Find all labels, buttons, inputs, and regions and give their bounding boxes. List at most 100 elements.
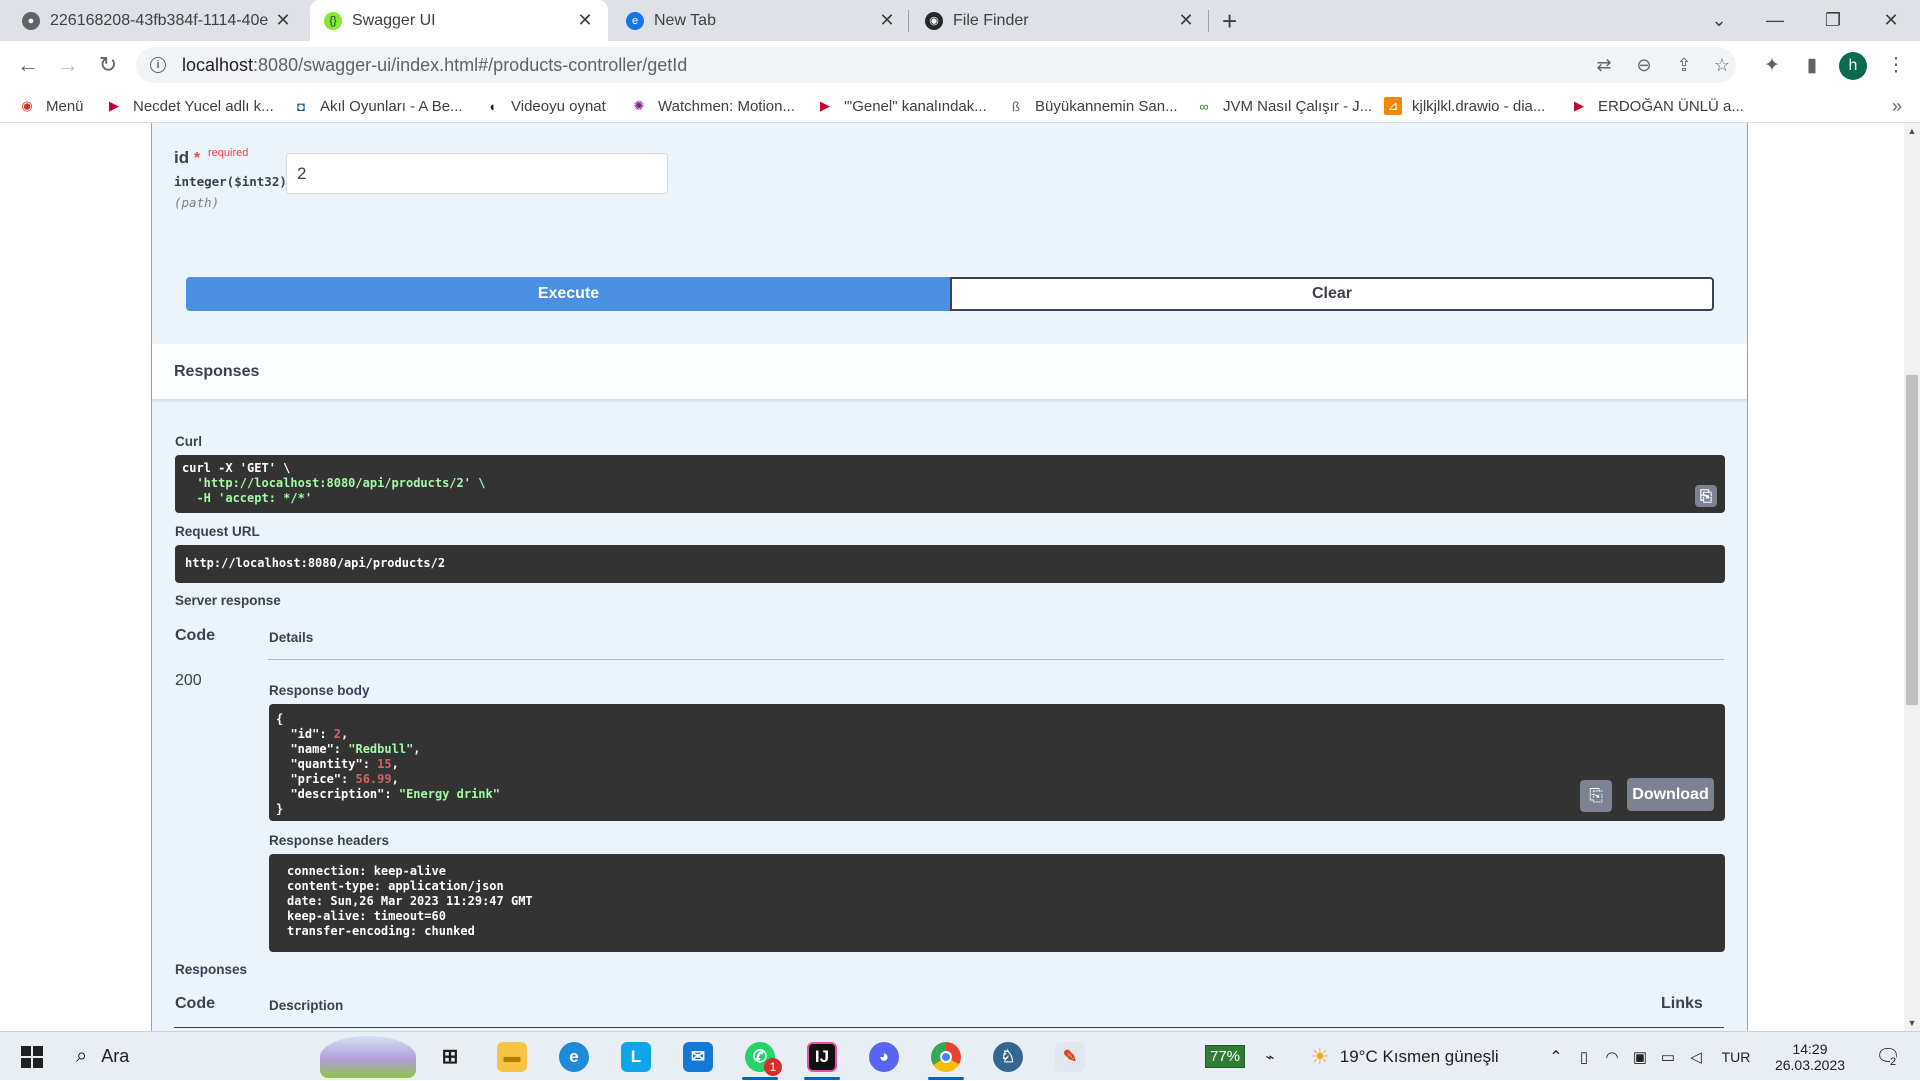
extensions-icon[interactable]: ✦ bbox=[1752, 41, 1792, 89]
reload-icon[interactable]: ↻ bbox=[90, 41, 126, 89]
scroll-up-icon[interactable]: ▲ bbox=[1904, 123, 1920, 139]
restore-icon[interactable]: ❐ bbox=[1804, 0, 1862, 41]
task-view-icon[interactable]: ⊞ bbox=[422, 1032, 478, 1081]
network-icon[interactable]: ▣ bbox=[1628, 1032, 1652, 1081]
file-explorer-icon[interactable]: ▬ bbox=[484, 1032, 540, 1081]
forward-icon[interactable]: → bbox=[50, 41, 86, 89]
copy-icon[interactable]: ⎘ bbox=[1695, 485, 1717, 507]
weather-widget[interactable]: ☀ 19°C Kısmen güneşli bbox=[1310, 1032, 1540, 1081]
intellij-icon[interactable]: IJ bbox=[794, 1032, 850, 1081]
bookmark-item[interactable]: ∞ JVM Nasıl Çalışır - J... bbox=[1195, 89, 1372, 123]
tab-file-finder[interactable]: ◉ File Finder ✕ bbox=[911, 0, 1209, 41]
back-icon[interactable]: ← bbox=[10, 41, 46, 89]
taskbar-search[interactable]: ⌕ Ara bbox=[70, 1032, 420, 1081]
bookmark-item[interactable]: ✺ Watchmen: Motion... bbox=[630, 89, 795, 123]
header-line: connection: keep-alive bbox=[287, 864, 446, 878]
bookmark-item[interactable]: ▶ ERDOĞAN ÜNLÜ a... bbox=[1570, 89, 1744, 123]
page-scrollbar[interactable]: ▲ ▼ bbox=[1904, 123, 1920, 1031]
browser-toolbar: ← → ↻ i localhost:8080/swagger-ui/index.… bbox=[0, 41, 1920, 89]
app-l-icon[interactable]: L bbox=[608, 1032, 664, 1081]
tab-title: Swagger UI bbox=[352, 11, 436, 29]
address-bar[interactable]: i localhost:8080/swagger-ui/index.html#/… bbox=[136, 47, 1736, 83]
bookmark-item[interactable]: ß Büyükannemin San... bbox=[1007, 89, 1178, 123]
clear-button[interactable]: Clear bbox=[950, 277, 1714, 311]
edge-icon: e bbox=[626, 11, 644, 30]
whatsapp-icon[interactable]: ✆ 1 bbox=[732, 1032, 788, 1081]
site-info-icon[interactable]: i bbox=[150, 57, 166, 73]
json-id: 2 bbox=[333, 727, 342, 741]
language-indicator[interactable]: TUR bbox=[1716, 1032, 1756, 1081]
response-headers-block: connection: keep-alive content-type: app… bbox=[269, 854, 1725, 952]
battery-percent: 77% bbox=[1204, 1045, 1246, 1068]
responses-title: Responses bbox=[174, 363, 260, 380]
device-icon[interactable]: ▯ bbox=[1572, 1032, 1596, 1081]
tab-new-tab[interactable]: e New Tab ✕ bbox=[612, 0, 910, 41]
id-param-input[interactable]: 2 bbox=[286, 153, 668, 194]
side-panel-icon[interactable]: ▮ bbox=[1792, 41, 1832, 89]
bookmark-label: Watchmen: Motion... bbox=[658, 97, 795, 115]
mail-icon[interactable]: ✉ bbox=[670, 1032, 726, 1081]
bookmark-item[interactable]: ⊿ kjlkjlkl.drawio - dia... bbox=[1384, 89, 1545, 123]
start-button[interactable] bbox=[10, 1032, 54, 1081]
bookmark-item[interactable]: ▶ Necdet Yucel adlı k... bbox=[105, 89, 274, 123]
new-tab-button[interactable]: + bbox=[1222, 6, 1237, 37]
close-tab-icon[interactable]: ✕ bbox=[878, 10, 896, 31]
bookmark-item[interactable]: ◘ Akıl Oyunları - A Be... bbox=[292, 89, 463, 123]
video-icon: ◖ bbox=[488, 98, 496, 114]
url-host: localhost bbox=[182, 54, 254, 75]
param-required: required bbox=[208, 147, 249, 159]
code-header: Code bbox=[175, 995, 215, 1012]
execute-button[interactable]: Execute bbox=[186, 277, 951, 311]
minimize-icon[interactable]: — bbox=[1746, 0, 1804, 41]
close-tab-icon[interactable]: ✕ bbox=[274, 10, 292, 31]
battery-icon[interactable]: ▭ bbox=[1656, 1032, 1680, 1081]
postgres-icon[interactable]: ♘ bbox=[980, 1032, 1036, 1081]
translate-icon[interactable]: ⇄ bbox=[1584, 47, 1624, 83]
show-hidden-icons-icon[interactable]: ⌃ bbox=[1544, 1032, 1568, 1081]
param-type: integer($int32) bbox=[174, 174, 287, 189]
bookmarks-more-icon[interactable]: » bbox=[1892, 89, 1902, 123]
scroll-down-icon[interactable]: ▼ bbox=[1904, 1015, 1920, 1031]
wifi-icon[interactable]: ◠ bbox=[1600, 1032, 1624, 1081]
tab-search-icon[interactable]: ⌄ bbox=[1690, 0, 1748, 41]
notification-center[interactable]: 🗨 2 bbox=[1866, 1032, 1910, 1081]
description-header: Description bbox=[269, 998, 344, 1013]
server-response-label: Server response bbox=[175, 593, 281, 608]
close-tab-icon[interactable]: ✕ bbox=[576, 10, 594, 31]
search-icon: ⌕ bbox=[76, 1045, 88, 1067]
page-content: id * required integer($int32) (path) 2 E… bbox=[0, 123, 1904, 1031]
header-line: transfer-encoding: chunked bbox=[287, 924, 475, 938]
zoom-icon[interactable]: ⊖ bbox=[1624, 47, 1664, 83]
bookmark-item[interactable]: ◉ Menü bbox=[18, 89, 83, 123]
chrome-icon[interactable] bbox=[918, 1032, 974, 1081]
close-tab-icon[interactable]: ✕ bbox=[1177, 10, 1195, 31]
tab-image[interactable]: ● 226168208-43fb384f-1114-40e7 ✕ bbox=[8, 0, 306, 41]
paint-icon[interactable]: ✎ bbox=[1042, 1032, 1098, 1081]
profile-avatar[interactable]: h bbox=[1839, 52, 1867, 80]
search-placeholder: Ara bbox=[101, 1046, 130, 1066]
bookmark-item[interactable]: ◖ Videoyu oynat bbox=[483, 89, 606, 123]
speaker-icon[interactable]: ◁ bbox=[1684, 1032, 1708, 1081]
bookmark-label: kjlkjlkl.drawio - dia... bbox=[1412, 97, 1546, 115]
bookmark-label: Necdet Yucel adlı k... bbox=[133, 97, 274, 115]
download-button[interactable]: Download bbox=[1627, 778, 1714, 811]
curl-line: 'http://localhost:8080/api/products/2' \ bbox=[182, 476, 486, 490]
close-window-icon[interactable]: ✕ bbox=[1862, 0, 1920, 41]
edge-icon[interactable]: e bbox=[546, 1032, 602, 1081]
tab-swagger-ui[interactable]: {} Swagger UI ✕ bbox=[310, 0, 608, 41]
json-price: 56.99 bbox=[355, 772, 392, 786]
share-icon[interactable]: ⇪ bbox=[1664, 47, 1704, 83]
bookmark-label: Akıl Oyunları - A Be... bbox=[320, 97, 463, 115]
tab-title: File Finder bbox=[953, 11, 1029, 29]
copy-icon[interactable]: ⎘ bbox=[1580, 780, 1612, 812]
menu-kebab-icon[interactable]: ⋮ bbox=[1876, 41, 1916, 89]
curl-line: -H 'accept: */*' bbox=[182, 491, 313, 505]
clock[interactable]: 14:29 26.03.2023 bbox=[1764, 1032, 1856, 1081]
bookmark-star-icon[interactable]: ☆ bbox=[1702, 47, 1742, 83]
scroll-thumb[interactable] bbox=[1906, 375, 1918, 705]
discord-icon[interactable]: ◕ bbox=[856, 1032, 912, 1081]
bookmark-item[interactable]: ▶ '"Genel" kanalındak... bbox=[816, 89, 987, 123]
response-body-json: { "id": 2, "name": "Redbull", "quantity"… bbox=[276, 712, 500, 816]
battery-indicator[interactable]: 77% bbox=[1194, 1032, 1256, 1081]
tab-title: New Tab bbox=[654, 11, 716, 29]
